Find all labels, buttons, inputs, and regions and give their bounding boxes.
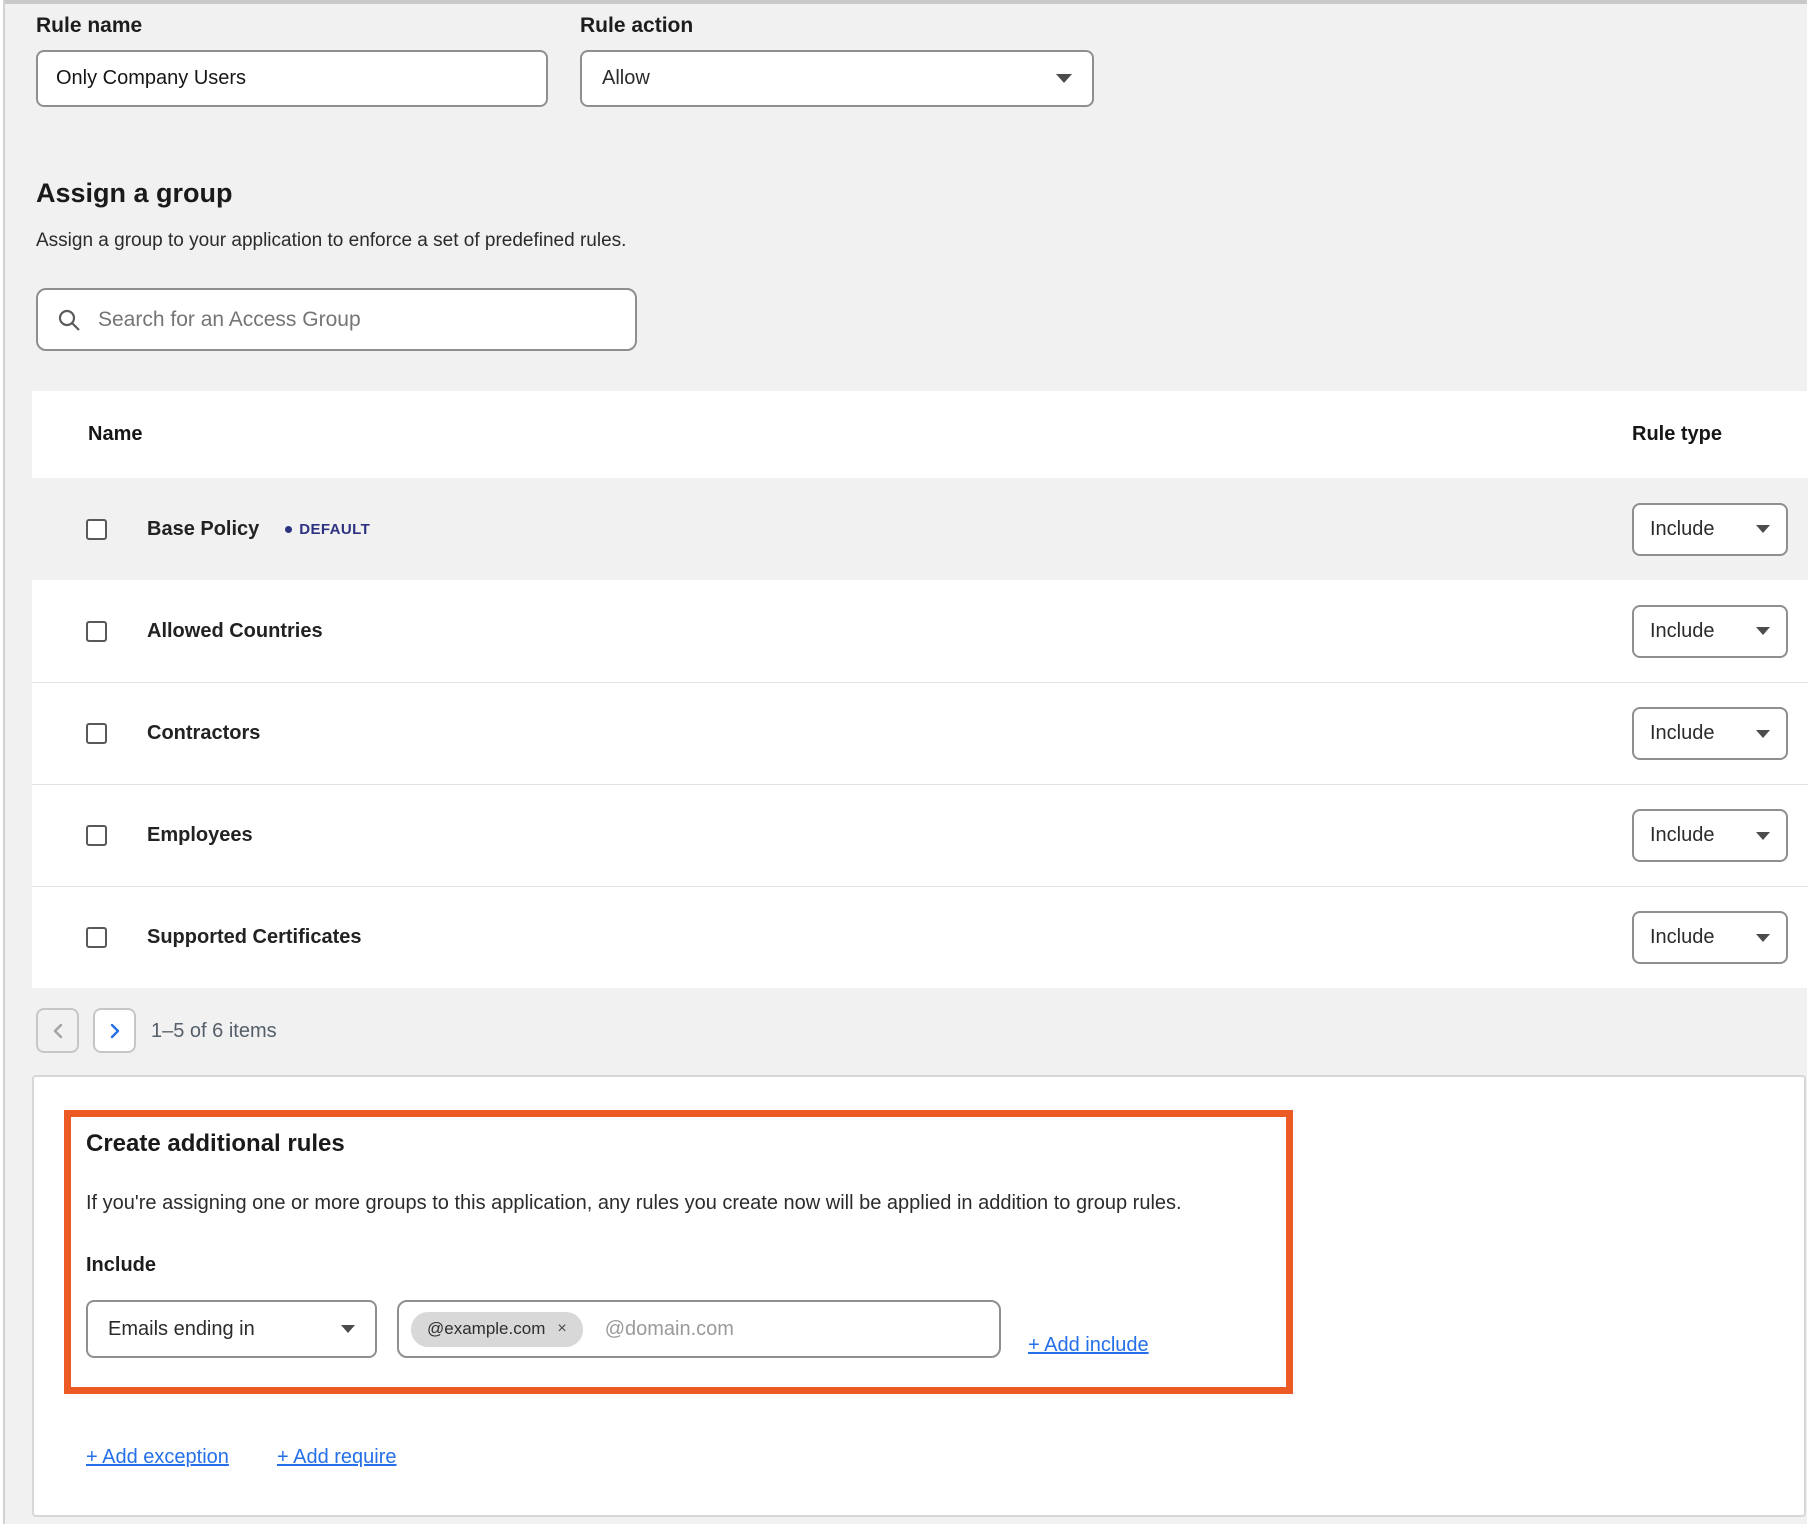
rule-type-value: Include	[1650, 518, 1715, 541]
additional-rules-heading: Create additional rules	[86, 1130, 345, 1158]
access-groups-table: Name Rule type Base Policy DEFAULT Inclu…	[32, 391, 1808, 988]
rule-type-select[interactable]: Include	[1632, 707, 1788, 760]
rule-type-select[interactable]: Include	[1632, 605, 1788, 658]
row-checkbox[interactable]	[86, 621, 107, 642]
assign-group-heading: Assign a group	[36, 178, 233, 209]
rule-type-value: Include	[1650, 722, 1715, 745]
row-name: Supported Certificates	[147, 926, 361, 949]
add-exception-link[interactable]: + Add exception	[86, 1446, 229, 1469]
chevron-right-icon	[108, 1022, 122, 1040]
pagination-range-text: 1–5 of 6 items	[151, 1020, 277, 1043]
rule-name-input[interactable]	[36, 50, 548, 107]
rule-type-select[interactable]: Include	[1632, 809, 1788, 862]
table-row: Supported Certificates Include	[32, 886, 1808, 988]
email-domain-tag-input[interactable]: @example.com ×	[397, 1300, 1001, 1358]
chevron-down-icon	[1756, 934, 1770, 942]
rule-action-label: Rule action	[580, 14, 693, 38]
rule-type-value: Include	[1650, 824, 1715, 847]
row-name: Base Policy	[147, 518, 259, 541]
screenshot-left-border	[0, 0, 5, 1524]
column-header-rule-type: Rule type	[1632, 423, 1722, 446]
row-checkbox[interactable]	[86, 519, 107, 540]
screenshot-top-border	[0, 0, 1816, 4]
chevron-down-icon	[1056, 74, 1072, 83]
pagination-next-button[interactable]	[93, 1008, 136, 1053]
chevron-down-icon	[1756, 525, 1770, 533]
table-header-row: Name Rule type	[32, 391, 1808, 478]
search-icon	[56, 307, 82, 333]
table-row: Employees Include	[32, 784, 1808, 886]
rule-type-select[interactable]: Include	[1632, 911, 1788, 964]
pagination-prev-button[interactable]	[36, 1008, 79, 1053]
search-input[interactable]	[98, 308, 617, 332]
chevron-down-icon	[1756, 832, 1770, 840]
add-require-link[interactable]: + Add require	[277, 1446, 397, 1469]
assign-group-description: Assign a group to your application to en…	[36, 230, 626, 252]
table-row: Contractors Include	[32, 682, 1808, 784]
rule-type-value: Include	[1650, 926, 1715, 949]
rule-name-label: Rule name	[36, 14, 142, 38]
access-group-search[interactable]	[36, 288, 637, 351]
badge-dot-icon	[285, 526, 292, 533]
chevron-left-icon	[51, 1022, 65, 1040]
email-domain-chip: @example.com ×	[411, 1312, 583, 1347]
row-name: Contractors	[147, 722, 260, 745]
column-header-name: Name	[88, 423, 142, 446]
row-name: Allowed Countries	[147, 620, 323, 643]
rule-action-select[interactable]: Allow	[580, 50, 1094, 107]
rule-type-select[interactable]: Include	[1632, 503, 1788, 556]
include-section-label: Include	[86, 1254, 156, 1277]
include-condition-select[interactable]: Emails ending in	[86, 1300, 377, 1358]
chevron-down-icon	[1756, 730, 1770, 738]
row-checkbox[interactable]	[86, 825, 107, 846]
chip-remove-icon[interactable]: ×	[557, 1321, 566, 1337]
chevron-down-icon	[341, 1325, 355, 1333]
rule-type-value: Include	[1650, 620, 1715, 643]
row-checkbox[interactable]	[86, 927, 107, 948]
row-checkbox[interactable]	[86, 723, 107, 744]
chevron-down-icon	[1756, 627, 1770, 635]
additional-rules-description: If you're assigning one or more groups t…	[86, 1192, 1182, 1215]
chip-label: @example.com	[427, 1319, 545, 1339]
table-row: Base Policy DEFAULT Include	[32, 478, 1808, 580]
row-name: Employees	[147, 824, 253, 847]
screenshot-right-border	[1807, 0, 1816, 1524]
add-include-link[interactable]: + Add include	[1028, 1334, 1149, 1357]
email-domain-input[interactable]	[605, 1318, 987, 1341]
badge-label: DEFAULT	[299, 521, 370, 538]
default-badge: DEFAULT	[285, 521, 370, 538]
rule-action-value: Allow	[602, 67, 650, 90]
include-condition-value: Emails ending in	[108, 1318, 255, 1341]
table-row: Allowed Countries Include	[32, 580, 1808, 682]
